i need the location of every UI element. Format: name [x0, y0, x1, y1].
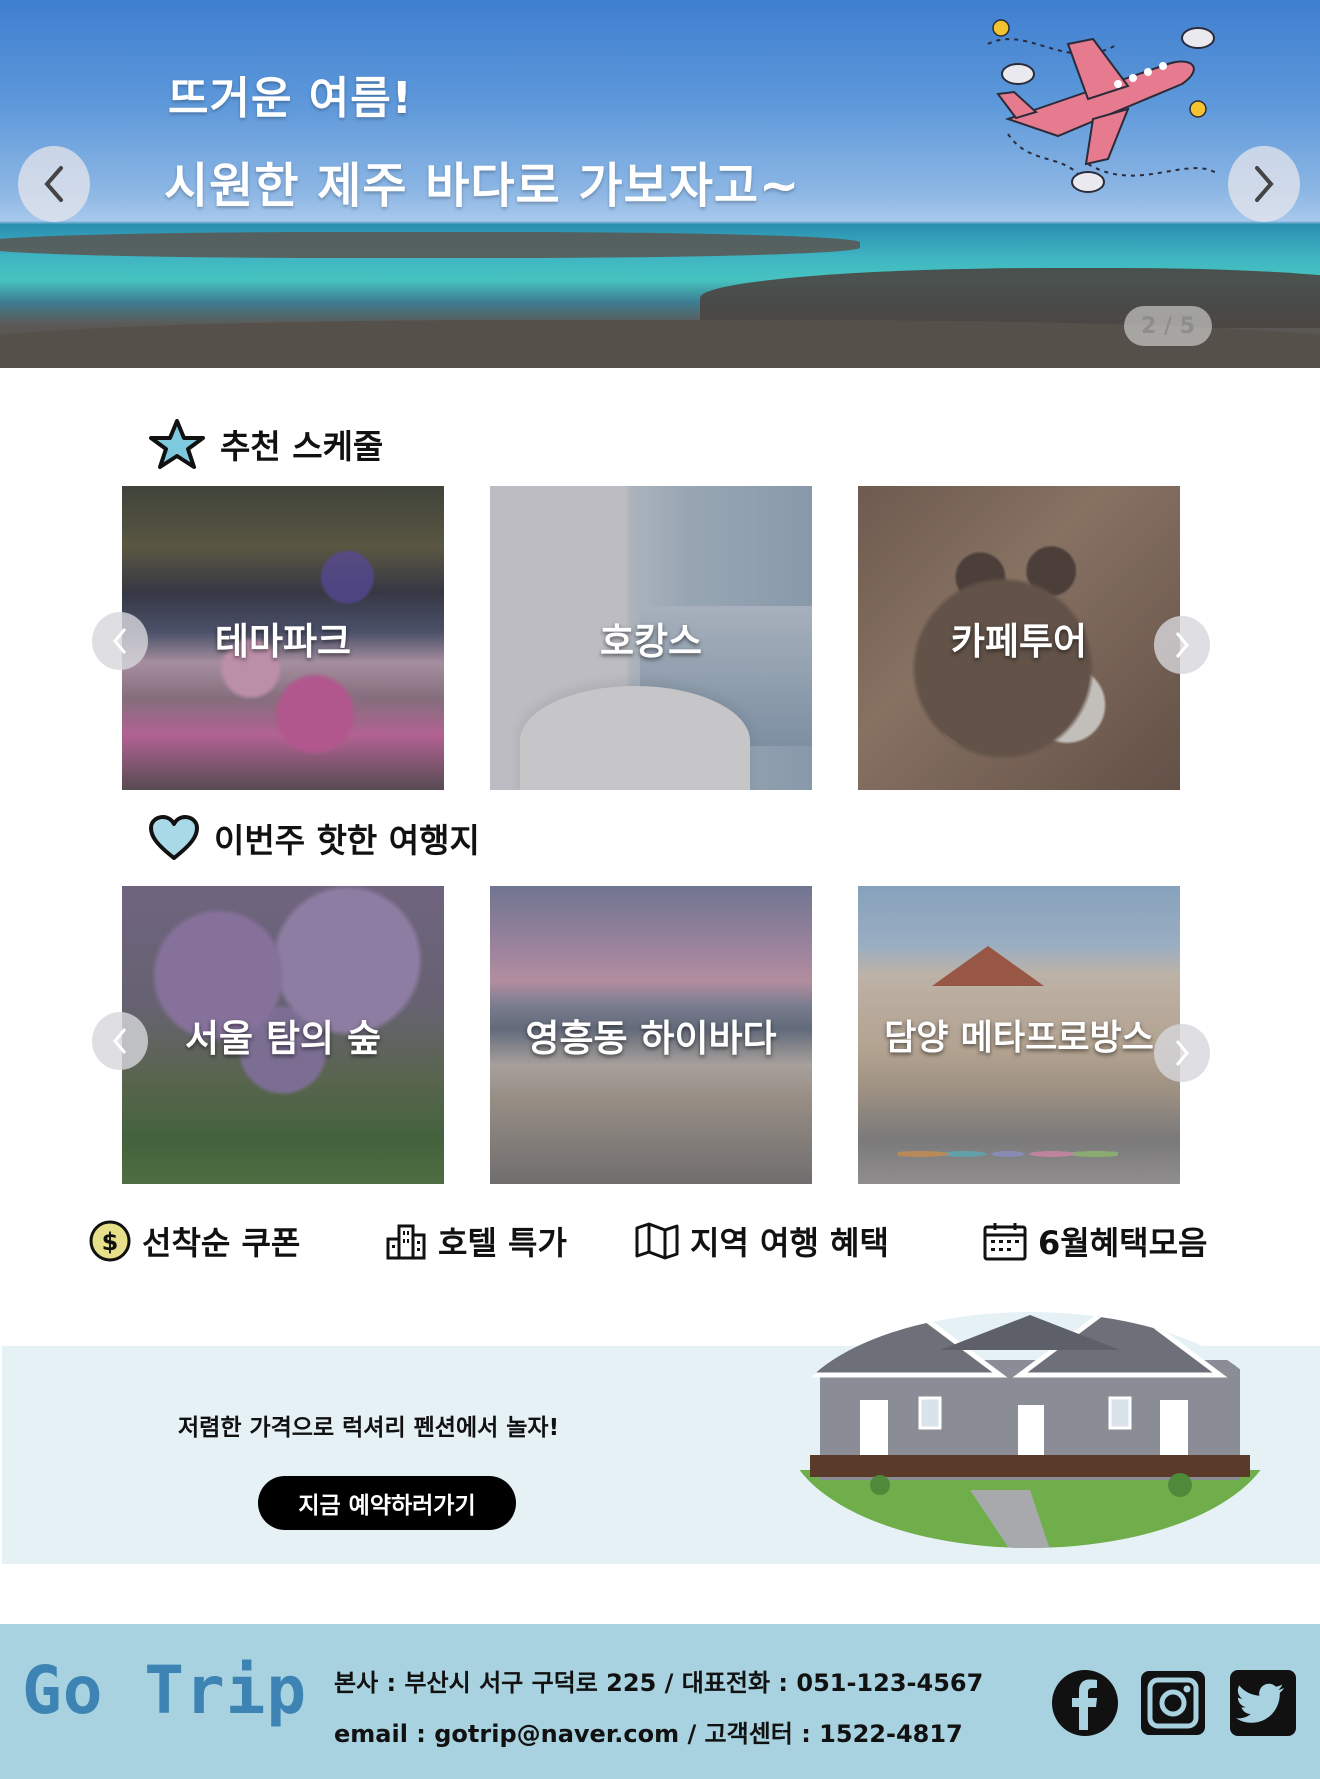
pension-house-image	[785, 1312, 1275, 1548]
hero-next-button[interactable]	[1228, 146, 1300, 222]
hot-places-next-button[interactable]	[1154, 1024, 1210, 1082]
svg-text:$: $	[102, 1228, 119, 1256]
hero-subheadline: 시원한 제주 바다로 가보자고~	[164, 158, 801, 214]
card-forest[interactable]: 서울 탐의 숲	[122, 886, 444, 1184]
card-label: 카페투어	[950, 620, 1088, 663]
quick-link-hotel[interactable]: 호텔 특가	[384, 1218, 567, 1264]
chevron-right-icon	[1175, 1040, 1189, 1066]
card-themepark[interactable]: 테마파크	[122, 486, 444, 790]
book-now-button[interactable]: 지금 예약하러가기	[258, 1476, 516, 1530]
hero-reef	[700, 268, 1320, 328]
recommended-prev-button[interactable]	[92, 612, 148, 670]
hero-reef	[0, 320, 1320, 368]
quick-link-label: 6월혜택모음	[1038, 1224, 1208, 1262]
card-label: 호캉스	[599, 620, 703, 663]
card-meta-provence[interactable]: 담양 메타프로방스	[858, 886, 1180, 1184]
star-icon	[149, 419, 205, 469]
quick-link-region[interactable]: 지역 여행 혜택	[634, 1218, 889, 1264]
card-label: 테마파크	[214, 620, 352, 663]
chevron-left-icon	[113, 1028, 127, 1054]
quick-link-label: 호텔 특가	[438, 1224, 567, 1262]
hero-banner[interactable]: 뜨거운 여름! 시원한 제주 바다로 가보자고~ 2 / 5	[0, 0, 1320, 368]
map-icon	[635, 1222, 679, 1260]
chevron-right-icon	[1255, 166, 1274, 202]
chevron-right-icon	[1175, 632, 1189, 658]
building-icon	[386, 1224, 426, 1260]
chevron-left-icon	[44, 166, 63, 202]
quick-link-coupon[interactable]: $ 선착순 쿠폰	[88, 1218, 300, 1264]
slide-counter: 2 / 5	[1124, 306, 1212, 346]
quick-link-june[interactable]: 6월혜택모음	[982, 1218, 1207, 1264]
instagram-icon[interactable]	[1138, 1668, 1208, 1738]
dollar-coin-icon: $	[89, 1220, 131, 1262]
section-title-recommended: 추천 스케줄	[148, 418, 383, 470]
card-haebada[interactable]: 영흥동 하이바다	[490, 886, 812, 1184]
facebook-icon[interactable]	[1050, 1668, 1120, 1738]
footer-logo[interactable]: Go Trip	[22, 1652, 307, 1729]
hot-places-prev-button[interactable]	[92, 1012, 148, 1070]
card-label: 담양 메타프로방스	[884, 1018, 1154, 1059]
footer-contact: email : gotrip@naver.com / 고객센터 : 1522-4…	[334, 1720, 963, 1748]
recommended-next-button[interactable]	[1154, 616, 1210, 674]
heart-icon	[149, 815, 199, 860]
hero-headline: 뜨거운 여름!	[168, 73, 413, 124]
card-label: 서울 탐의 숲	[185, 1017, 381, 1060]
footer-address: 본사 : 부산시 서구 구덕로 225 / 대표전화 : 051-123-456…	[334, 1669, 984, 1697]
section-title-hot-places: 이번주 핫한 여행지	[148, 814, 480, 862]
card-cafe-tour[interactable]: 카페투어	[858, 486, 1180, 790]
twitter-icon[interactable]	[1228, 1668, 1298, 1738]
banner-text: 저렴한 가격으로 럭셔리 펜션에서 놀자!	[178, 1415, 560, 1441]
quick-link-label: 지역 여행 혜택	[690, 1224, 889, 1262]
card-label: 영흥동 하이바다	[525, 1017, 777, 1060]
chevron-left-icon	[113, 628, 127, 654]
quick-link-label: 선착순 쿠폰	[142, 1224, 301, 1262]
calendar-icon	[983, 1223, 1027, 1261]
section-title-label: 추천 스케줄	[220, 427, 384, 466]
card-hocance[interactable]: 호캉스	[490, 486, 812, 790]
section-title-label: 이번주 핫한 여행지	[214, 821, 480, 860]
airplane-illustration	[987, 19, 1219, 193]
hero-reef	[0, 232, 860, 258]
hero-prev-button[interactable]	[18, 146, 90, 222]
